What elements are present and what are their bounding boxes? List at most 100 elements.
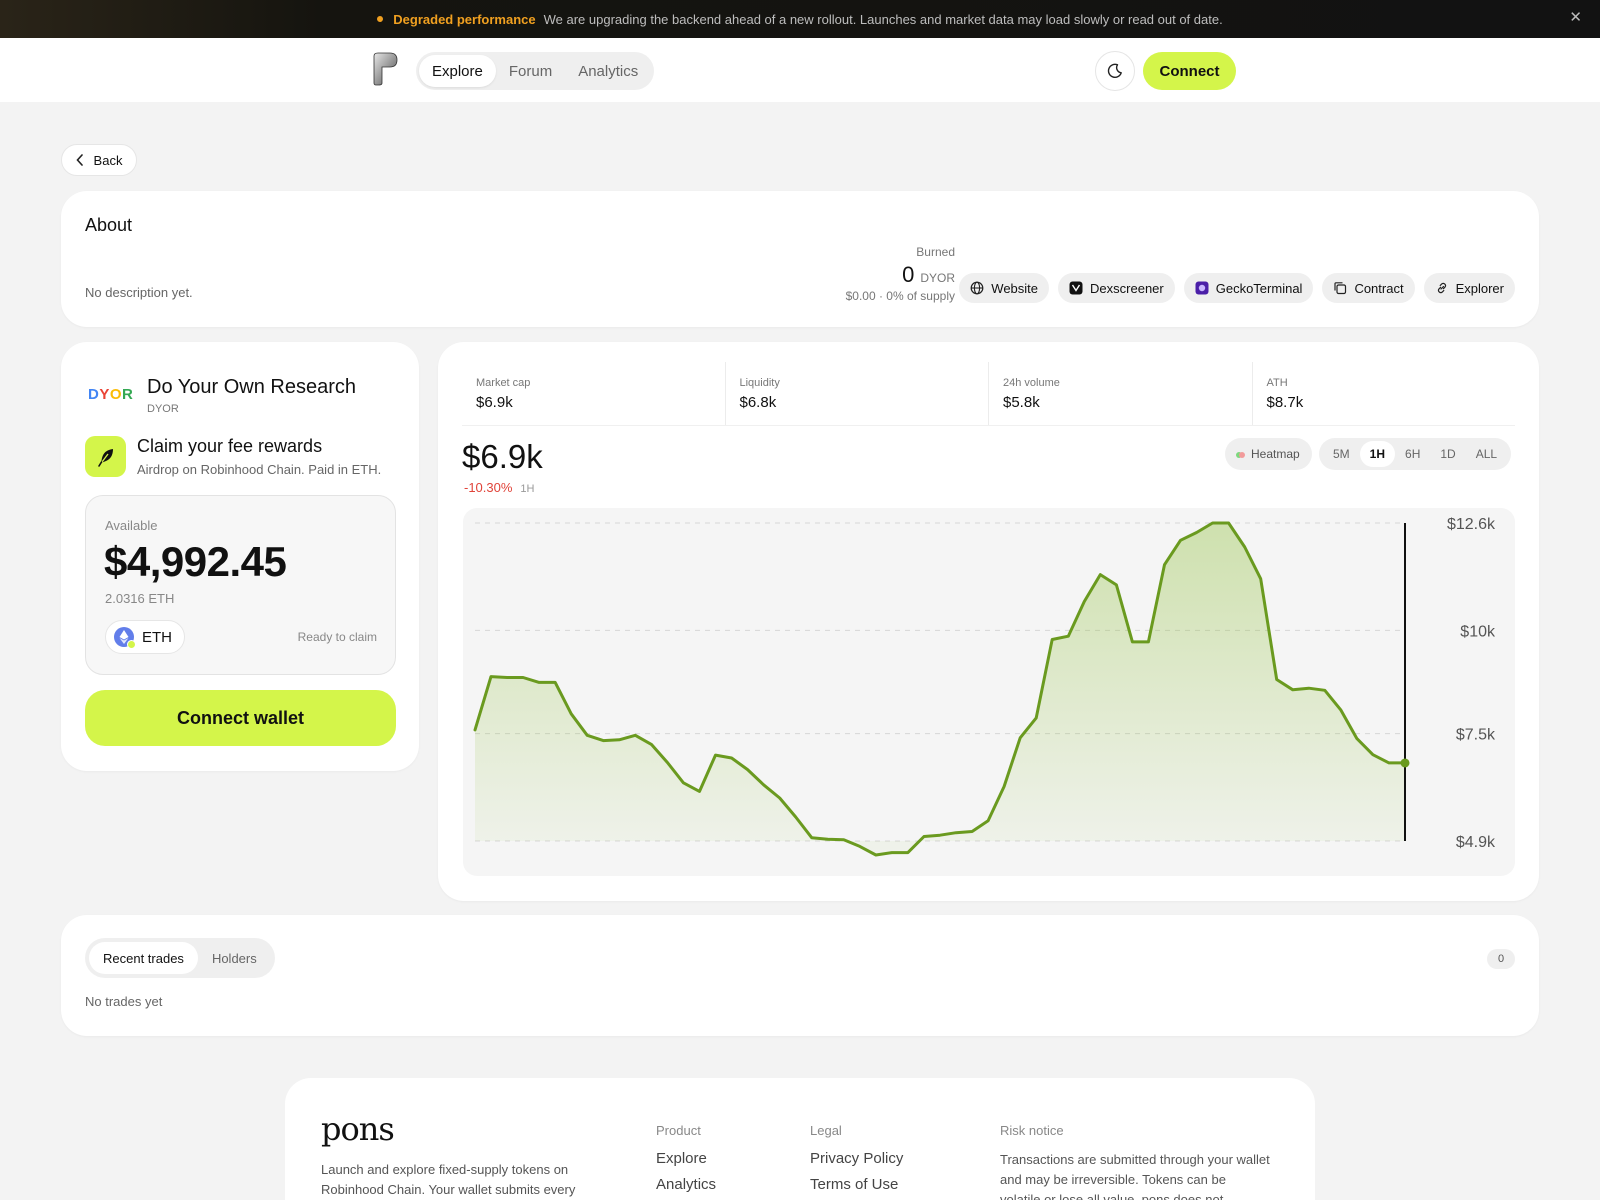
back-label: Back — [93, 152, 123, 168]
contract-link[interactable]: Contract — [1322, 273, 1415, 303]
stat-label: Market cap — [476, 376, 531, 389]
stat-ath: ATH $8.7k — [1253, 362, 1516, 425]
burned-stat: Burned 0 DYOR $0.00 · 0% of supply — [846, 245, 955, 303]
claim-status: Ready to claim — [297, 630, 377, 644]
claim-subtitle: Airdrop on Robinhood Chain. Paid in ETH. — [137, 462, 382, 477]
connect-button[interactable]: Connect — [1143, 52, 1236, 90]
banner-title: Degraded performance — [393, 11, 536, 27]
website-label: Website — [991, 280, 1039, 296]
stat-value: $8.7k — [1266, 393, 1304, 411]
y-tick-label: $10k — [1460, 623, 1496, 640]
footer-legal-heading: Legal — [810, 1123, 842, 1138]
external-links: Website Dexscreener GeckoTerminal Contra… — [959, 273, 1515, 303]
about-title: About — [85, 215, 133, 235]
eth-icon — [114, 627, 136, 649]
footer-link-privacy[interactable]: Privacy Policy — [810, 1150, 903, 1167]
price-change: -10.30% 1H — [464, 480, 534, 495]
eth-amount: 2.0316 ETH — [105, 591, 175, 606]
heatmap-dots-icon — [1236, 447, 1245, 461]
price-chart[interactable]: $12.6k $10k $7.5k $4.9k — [463, 508, 1515, 876]
timeframe-6h[interactable]: 6H — [1395, 441, 1430, 467]
tab-recent-trades[interactable]: Recent trades — [89, 942, 198, 974]
footer-link-analytics[interactable]: Analytics — [656, 1176, 716, 1193]
geckoterminal-icon — [1195, 281, 1209, 295]
main-nav: Explore Forum Analytics — [416, 52, 655, 90]
footer-risk-text: Transactions are submitted through your … — [1000, 1152, 1270, 1200]
burned-ticker: DYOR — [920, 271, 955, 285]
nav-tab-forum[interactable]: Forum — [496, 55, 565, 87]
explorer-label: Explorer — [1455, 280, 1504, 296]
available-balance-panel: Available $4,992.45 2.0316 ETH ETH Ready… — [85, 495, 396, 675]
trades-card: Recent trades Holders 0 No trades yet — [61, 915, 1539, 1036]
market-card: Market cap $6.9k Liquidity $6.8k 24h vol… — [438, 342, 1539, 901]
nav-tab-analytics[interactable]: Analytics — [565, 55, 651, 87]
about-description: No description yet. — [85, 285, 193, 300]
back-button[interactable]: Back — [61, 144, 137, 176]
site-footer: pons Launch and explore fixed-supply tok… — [285, 1078, 1315, 1200]
timeframe-1h[interactable]: 1H — [1359, 441, 1396, 467]
stat-value: $6.9k — [476, 393, 513, 411]
timeframe-5m[interactable]: 5M — [1323, 441, 1360, 467]
footer-legal-column: Legal Privacy Policy Terms of Use — [810, 1123, 903, 1200]
website-link[interactable]: Website — [959, 273, 1050, 303]
y-tick-label: $7.5k — [1456, 727, 1496, 744]
asset-label: ETH — [142, 628, 172, 646]
stat-value: $5.8k — [1003, 393, 1040, 411]
available-amount: $4,992.45 — [104, 538, 287, 585]
about-card: About No description yet. Burned 0 DYOR … — [61, 191, 1539, 327]
y-tick-label: $12.6k — [1447, 516, 1496, 533]
token-ticker: DYOR — [147, 403, 179, 415]
copy-icon — [1333, 281, 1347, 295]
chevron-left-icon — [75, 154, 83, 166]
geckoterminal-link[interactable]: GeckoTerminal — [1183, 273, 1314, 303]
banner-message: We are upgrading the backend ahead of a … — [543, 11, 1223, 27]
footer-risk-notice: Risk notice Transactions are submitted t… — [1000, 1123, 1270, 1200]
stat-label: Liquidity — [739, 376, 780, 389]
connect-wallet-button[interactable]: Connect wallet — [85, 690, 396, 746]
stat-market-cap: Market cap $6.9k — [462, 362, 726, 425]
nav-tab-explore[interactable]: Explore — [419, 55, 496, 87]
stat-label: ATH — [1266, 376, 1288, 389]
stat-label: 24h volume — [1003, 376, 1060, 389]
heatmap-label: Heatmap — [1251, 447, 1300, 461]
burned-amount: 0 — [902, 262, 915, 287]
pons-logo-icon[interactable] — [372, 52, 398, 86]
explorer-link[interactable]: Explorer — [1423, 273, 1515, 303]
moon-icon — [1107, 63, 1122, 78]
empty-trades-message: No trades yet — [85, 994, 163, 1009]
link-icon — [1435, 281, 1449, 295]
dexscreener-icon — [1069, 281, 1083, 295]
y-tick-label: $4.9k — [1456, 834, 1496, 851]
trades-count-badge: 0 — [1487, 949, 1515, 969]
geckoterminal-label: GeckoTerminal — [1215, 280, 1303, 296]
footer-brand: pons — [321, 1110, 395, 1148]
tab-holders[interactable]: Holders — [198, 942, 271, 974]
dexscreener-link[interactable]: Dexscreener — [1058, 273, 1175, 303]
current-price: $6.9k — [462, 438, 543, 475]
last-price-point — [1400, 758, 1410, 768]
timeframe-1d[interactable]: 1D — [1430, 441, 1465, 467]
timeframe-selector: 5M 1H 6H 1D ALL — [1319, 438, 1512, 470]
price-change-timeframe: 1H — [520, 483, 535, 495]
footer-risk-heading: Risk notice — [1000, 1123, 1064, 1138]
footer-product-heading: Product — [656, 1123, 701, 1138]
theme-toggle-button[interactable] — [1095, 51, 1135, 91]
price-area — [475, 523, 1405, 855]
burned-subtext: $0.00 · 0% of supply — [845, 289, 955, 303]
timeframe-all[interactable]: ALL — [1466, 441, 1507, 467]
trades-tabs: Recent trades Holders — [85, 938, 275, 978]
top-header: Explore Forum Analytics Connect — [0, 38, 1600, 102]
heatmap-toggle[interactable]: Heatmap — [1225, 438, 1312, 470]
globe-icon — [970, 281, 984, 295]
footer-link-terms[interactable]: Terms of Use — [810, 1176, 903, 1193]
feather-icon — [85, 436, 126, 477]
burned-label: Burned — [916, 245, 955, 259]
close-icon[interactable]: ✕ — [1569, 10, 1582, 26]
contract-label: Contract — [1354, 280, 1404, 296]
stat-24h-volume: 24h volume $5.8k — [989, 362, 1253, 425]
price-chart-svg: $12.6k $10k $7.5k $4.9k — [473, 516, 1496, 857]
price-change-percent: -10.30% — [464, 480, 513, 495]
chain-badge-icon — [127, 640, 136, 649]
asset-selector[interactable]: ETH — [105, 620, 185, 654]
footer-link-explore[interactable]: Explore — [656, 1150, 716, 1167]
